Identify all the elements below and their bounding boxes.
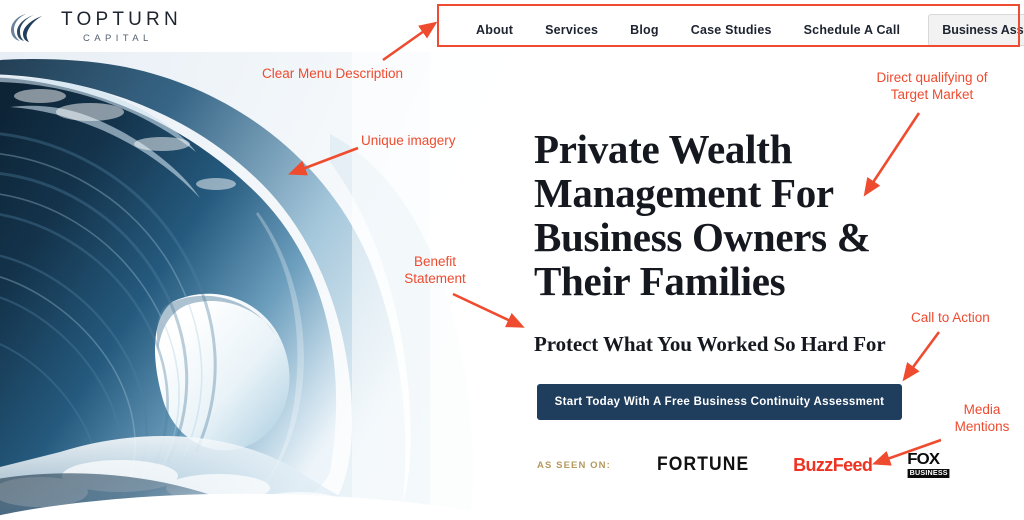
- hero-subheadline: Protect What You Worked So Hard For: [534, 332, 886, 356]
- brand-name: TOPTURN: [61, 9, 182, 30]
- buzzfeed-logo: BuzzFeed: [793, 454, 873, 475]
- annotation-target-market: Direct qualifying of Target Market: [876, 70, 988, 102]
- media-mentions-row: AS SEEN ON: FORTUNE BuzzFeed FOX BUSINES…: [537, 451, 951, 478]
- business-assessment-button[interactable]: Business Assessment: [928, 14, 1024, 46]
- annotation-media-mentions: Media Mentions: [954, 402, 1010, 434]
- nav-item-services[interactable]: Services: [529, 23, 614, 37]
- fox-business-logo: FOX BUSINESS: [907, 451, 951, 478]
- landing-page-screenshot: TOPTURN CAPITAL About Services Blog Case…: [0, 0, 1024, 520]
- main-navigation: About Services Blog Case Studies Schedul…: [460, 14, 1024, 46]
- primary-cta-button[interactable]: Start Today With A Free Business Continu…: [537, 384, 902, 420]
- annotation-call-to-action: Call to Action: [911, 310, 990, 325]
- brand-tagline: CAPITAL: [83, 33, 153, 44]
- fortune-logo: FORTUNE: [656, 454, 750, 475]
- ocean-wave-illustration: [0, 52, 512, 520]
- nav-item-case-studies[interactable]: Case Studies: [675, 23, 788, 37]
- site-header: TOPTURN CAPITAL About Services Blog Case…: [0, 0, 1024, 52]
- nav-item-about[interactable]: About: [460, 23, 529, 37]
- brand-logo[interactable]: TOPTURN CAPITAL: [10, 10, 182, 44]
- as-seen-on-label: AS SEEN ON:: [537, 459, 611, 471]
- fox-business-label: BUSINESS: [907, 469, 951, 478]
- nav-item-schedule-a-call[interactable]: Schedule A Call: [788, 23, 917, 37]
- wave-swoosh-icon: [11, 13, 42, 42]
- page-title: Private Wealth Management For Business O…: [534, 126, 871, 304]
- fox-logo-text: FOX: [907, 451, 941, 468]
- brand-wordmark: TOPTURN CAPITAL: [61, 10, 182, 44]
- hero-wave-image: [0, 52, 512, 520]
- nav-item-blog[interactable]: Blog: [614, 23, 675, 37]
